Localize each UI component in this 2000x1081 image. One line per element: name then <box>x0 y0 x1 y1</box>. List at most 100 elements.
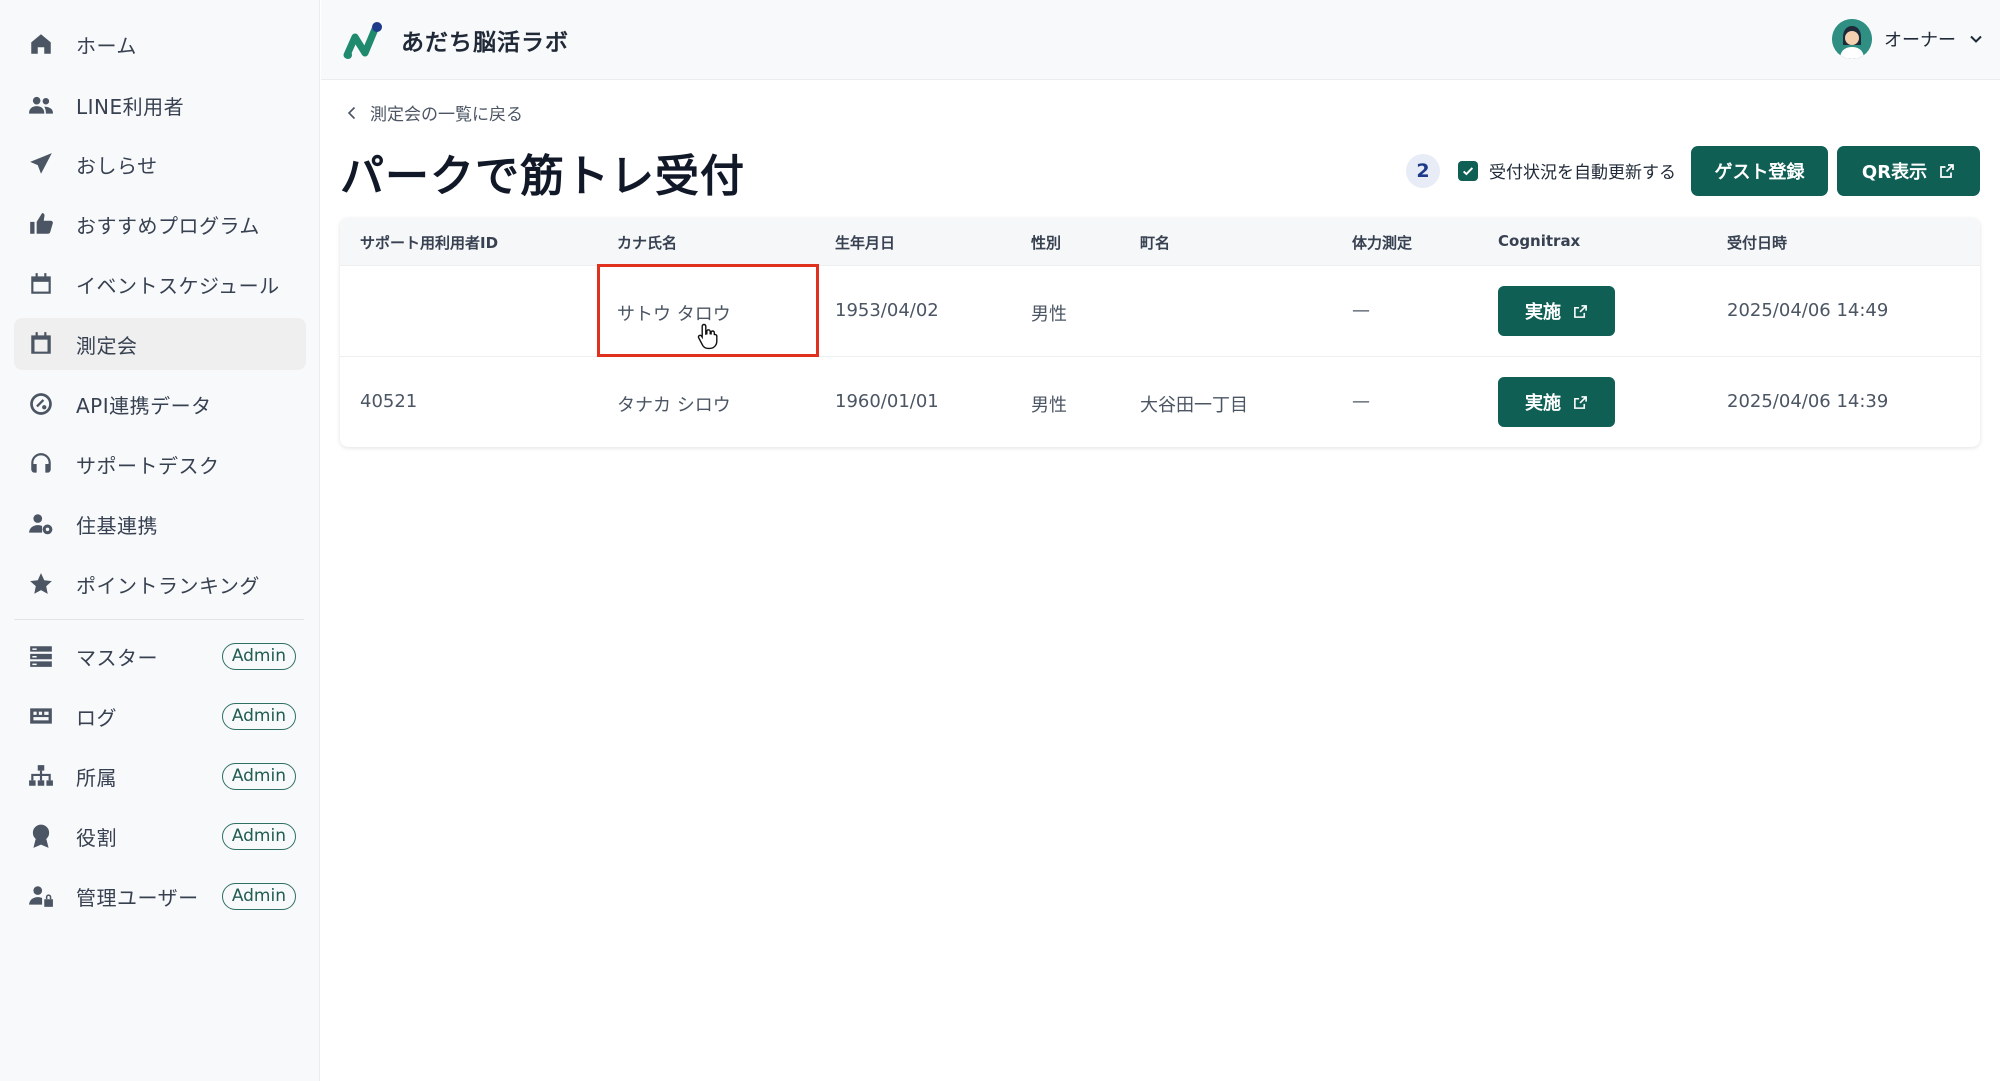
sidebar-item-label: LINE利用者 <box>76 94 185 119</box>
auto-refresh-label: 受付状況を自動更新する <box>1489 163 1676 183</box>
sidebar-item-label: マスター <box>76 645 158 670</box>
table-row[interactable]: サトウ タロウ 1953/04/02 男性 — 実施 2025/04/06 14… <box>340 265 1980 356</box>
back-link[interactable]: 測定会の一覧に戻る <box>344 100 523 125</box>
sidebar-item-label: おしらせ <box>76 153 158 178</box>
sidebar-item-notices[interactable]: おしらせ <box>14 138 306 190</box>
api-link-icon <box>26 389 56 419</box>
back-link-label: 測定会の一覧に戻る <box>370 105 523 125</box>
cell-kana-name[interactable]: タナカ シロウ <box>617 391 731 417</box>
sidebar-item-role[interactable]: 役割 Admin <box>14 810 306 862</box>
sidebar-item-affiliation[interactable]: 所属 Admin <box>14 750 306 802</box>
sidebar-item-measurement[interactable]: 測定会 <box>14 318 306 370</box>
user-gear-icon <box>26 509 56 539</box>
reception-count-badge: 2 <box>1406 154 1440 188</box>
sidebar-item-label: ホーム <box>76 33 137 58</box>
admin-badge: Admin <box>221 643 296 670</box>
cell-town: 大谷田一丁目 <box>1140 395 1248 416</box>
sidebar-item-label: おすすめプログラム <box>76 213 260 238</box>
sidebar-item-recommended[interactable]: おすすめプログラム <box>14 198 306 250</box>
sidebar-item-log[interactable]: ログ Admin <box>14 690 306 742</box>
column-header: 受付日時 <box>1727 234 1788 252</box>
column-header: サポート用利用者ID <box>360 234 499 252</box>
admin-badge: Admin <box>221 883 296 910</box>
star-icon <box>26 569 56 599</box>
users-icon <box>26 90 56 120</box>
external-link-icon <box>1574 395 1587 409</box>
admin-badge: Admin <box>221 763 296 790</box>
log-icon <box>26 701 56 731</box>
cognitrax-run-button[interactable]: 実施 <box>1498 286 1615 336</box>
user-menu[interactable]: オーナー <box>1832 18 1984 60</box>
auto-refresh-toggle[interactable]: 受付状況を自動更新する <box>1458 158 1676 183</box>
sidebar-item-label: 測定会 <box>76 333 138 358</box>
sidebar-item-label: API連携データ <box>76 393 212 418</box>
cognitrax-run-label: 実施 <box>1525 393 1561 414</box>
chevron-down-icon <box>1970 35 1982 43</box>
qr-display-button[interactable]: QR表示 <box>1837 146 1980 196</box>
calendar-blank-icon <box>26 329 56 359</box>
qr-display-label: QR表示 <box>1861 162 1928 183</box>
column-header: 体力測定 <box>1352 234 1413 252</box>
hand-pointer-icon <box>697 323 718 350</box>
sitemap-icon <box>26 761 56 791</box>
sidebar-item-line-users[interactable]: LINE利用者 <box>14 79 306 131</box>
cognitrax-run-label: 実施 <box>1525 302 1561 323</box>
sidebar-item-label: 役割 <box>76 825 117 850</box>
app-logo-icon[interactable] <box>341 19 385 63</box>
table-row[interactable]: 40521 タナカ シロウ 1960/01/01 男性 大谷田一丁目 — 実施 … <box>340 356 1980 447</box>
page-title: パークで筋トレ受付 <box>340 151 745 202</box>
award-icon <box>26 821 56 851</box>
cell-birthdate: 1960/01/01 <box>835 391 939 412</box>
column-header: 生年月日 <box>835 234 896 252</box>
sidebar-item-label: イベントスケジュール <box>76 273 280 298</box>
sidebar: ホーム LINE利用者 おしらせ おすすめプログラム イベントスケジュール 測定… <box>0 0 320 1081</box>
sidebar-item-master[interactable]: マスター Admin <box>14 630 306 682</box>
column-header: 町名 <box>1140 234 1171 252</box>
database-icon <box>26 641 56 671</box>
sidebar-item-point-ranking[interactable]: ポイントランキング <box>14 558 306 610</box>
sidebar-item-admin-users[interactable]: 管理ユーザー Admin <box>14 870 306 922</box>
sidebar-divider <box>14 619 304 620</box>
sidebar-item-label: ログ <box>76 705 117 730</box>
cell-fitness: — <box>1352 300 1370 321</box>
guest-register-label: ゲスト登録 <box>1714 162 1805 183</box>
thumbs-up-icon <box>26 209 56 239</box>
column-header: 性別 <box>1031 234 1062 252</box>
cell-support-id: 40521 <box>360 391 418 412</box>
table-header: サポート用利用者ID カナ氏名 生年月日 性別 町名 体力測定 Cognitra… <box>340 218 1980 265</box>
sidebar-item-label: ポイントランキング <box>76 573 260 598</box>
checkmark-icon <box>1462 166 1474 175</box>
reception-table: サポート用利用者ID カナ氏名 生年月日 性別 町名 体力測定 Cognitra… <box>340 218 1980 447</box>
calendar-icon <box>26 269 56 299</box>
user-lock-icon <box>26 881 56 911</box>
cell-fitness: — <box>1352 391 1370 412</box>
sidebar-item-api-data[interactable]: API連携データ <box>14 378 306 430</box>
external-link-icon <box>1940 164 1954 178</box>
sidebar-item-label: 所属 <box>76 765 117 790</box>
cell-received-at: 2025/04/06 14:49 <box>1727 300 1889 321</box>
sidebar-item-label: 住基連携 <box>76 513 158 538</box>
cognitrax-run-button[interactable]: 実施 <box>1498 377 1615 427</box>
cell-received-at: 2025/04/06 14:39 <box>1727 391 1889 412</box>
home-icon <box>26 29 56 59</box>
user-name: オーナー <box>1884 30 1956 51</box>
chevron-left-icon <box>347 106 356 119</box>
cell-birthdate: 1953/04/02 <box>835 300 939 321</box>
admin-badge: Admin <box>221 823 296 850</box>
paper-plane-icon <box>26 149 56 179</box>
avatar <box>1832 19 1872 59</box>
app-title: あだち脳活ラボ <box>401 30 569 56</box>
top-header: あだち脳活ラボ オーナー <box>321 0 2000 80</box>
external-link-icon <box>1574 304 1587 318</box>
sidebar-item-home[interactable]: ホーム <box>14 18 306 70</box>
cell-gender: 男性 <box>1031 395 1067 416</box>
guest-register-button[interactable]: ゲスト登録 <box>1691 146 1828 196</box>
headset-icon <box>26 449 56 479</box>
sidebar-item-event-schedule[interactable]: イベントスケジュール <box>14 258 306 310</box>
sidebar-item-label: 管理ユーザー <box>76 885 199 910</box>
cell-gender: 男性 <box>1031 304 1067 325</box>
sidebar-item-resident-registry[interactable]: 住基連携 <box>14 498 306 550</box>
auto-refresh-checkbox[interactable] <box>1458 160 1478 181</box>
column-header: Cognitrax <box>1498 232 1581 250</box>
sidebar-item-support-desk[interactable]: サポートデスク <box>14 438 306 490</box>
